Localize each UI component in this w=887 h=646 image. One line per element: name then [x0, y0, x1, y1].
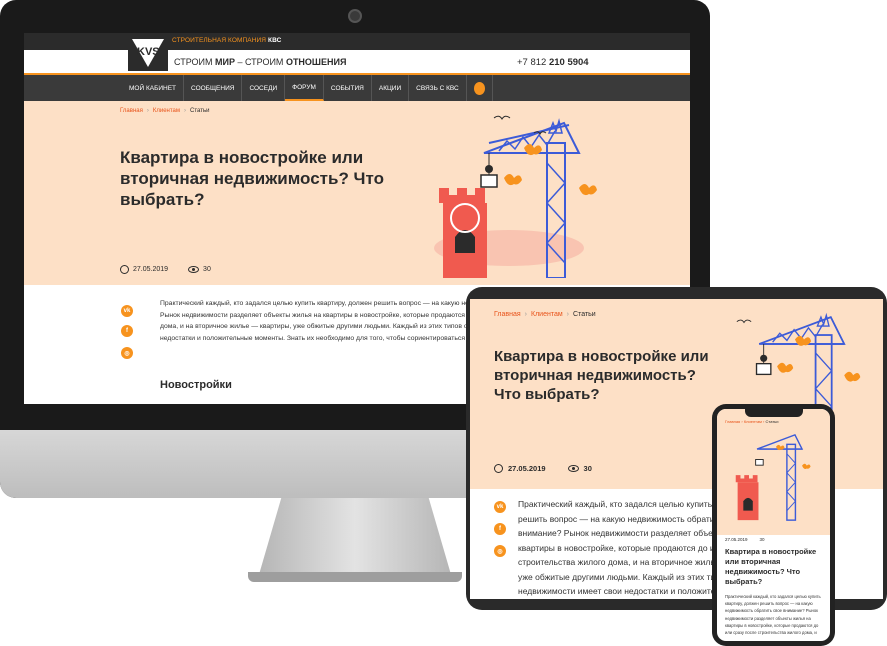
clock-icon: [494, 464, 503, 473]
breadcrumb-home[interactable]: Главная: [494, 311, 521, 318]
phone-number[interactable]: +7 812 210 5904: [517, 57, 589, 68]
tablet-article-meta: 27.05.2019 30: [494, 464, 592, 473]
phone-notch: [745, 409, 803, 417]
phone-article-intro: Практический каждый, кто задался целью к…: [725, 594, 821, 636]
nav-neighbours[interactable]: СОСЕДИ: [242, 75, 286, 101]
monitor-base: [248, 572, 462, 582]
breadcrumb-clients[interactable]: Клиентам: [153, 108, 180, 114]
breadcrumb-clients[interactable]: Клиентам: [531, 311, 563, 318]
breadcrumb: Главная › Клиентам › Статьи: [120, 108, 210, 114]
article-views: 30: [203, 266, 211, 273]
company-line: СТРОИТЕЛЬНАЯ КОМПАНИЯ КВС: [172, 37, 282, 44]
phone-article-meta: 27.05.2019 30: [725, 537, 765, 542]
phone-article-title: Квартира в новостройке или вторичная нед…: [725, 547, 817, 586]
tablet-breadcrumb: Главная › Клиентам › Статьи: [494, 311, 596, 318]
breadcrumb-current: Статьи: [189, 108, 210, 114]
nav-promotions[interactable]: АКЦИИ: [372, 75, 410, 101]
vk-icon[interactable]: vk: [121, 305, 133, 317]
site-topbar: СТРОИТЕЛЬНАЯ КОМПАНИЯ КВС: [24, 33, 690, 50]
svg-text:KVS: KVS: [137, 46, 160, 58]
facebook-icon[interactable]: f: [121, 325, 133, 337]
phone-breadcrumb: Главная › Клиентам › Статьи: [725, 419, 779, 424]
phone-hero: Главная › Клиентам › Статьи: [717, 409, 830, 535]
article-title: Квартира в новостройке или вторичная нед…: [120, 148, 384, 209]
user-avatar-icon[interactable]: [467, 75, 493, 101]
section-heading: Новостройки: [160, 379, 232, 391]
eye-icon: [567, 465, 579, 472]
tablet-article-title: Квартира в новостройке или вторичная нед…: [494, 348, 709, 403]
site-slogan: СТРОИМ МИР – СТРОИМ ОТНОШЕНИЯ: [174, 57, 347, 67]
instagram-icon[interactable]: ◎: [494, 545, 506, 557]
phone-screen: Главная › Клиентам › Статьи 27.05.2019 3…: [717, 409, 830, 641]
nav-cabinet[interactable]: МОЙ КАБИНЕТ: [122, 75, 185, 101]
vk-icon[interactable]: vk: [494, 501, 506, 513]
nav-contact[interactable]: СВЯЗЬ С КВС: [409, 75, 467, 101]
crane-tower-illustration: [731, 425, 821, 535]
monitor-stand: [258, 498, 452, 578]
instagram-icon[interactable]: ◎: [121, 347, 133, 359]
article-meta: 27.05.2019 30: [120, 265, 211, 274]
site-header: СТРОИМ МИР – СТРОИМ ОТНОШЕНИЯ +7 812 210…: [24, 50, 690, 75]
article-date: 27.05.2019: [133, 266, 169, 273]
clock-icon: [120, 265, 129, 274]
crane-tower-illustration: [429, 113, 619, 283]
eye-icon: [188, 266, 200, 273]
nav-messages[interactable]: СООБЩЕНИЯ: [184, 75, 243, 101]
facebook-icon[interactable]: f: [494, 523, 506, 535]
article-hero: Главная › Клиентам › Статьи Квартира в новос…: [24, 101, 690, 285]
nav-forum[interactable]: ФОРУМ: [285, 75, 324, 101]
camera-icon: [348, 9, 362, 23]
breadcrumb-home[interactable]: Главная: [120, 108, 143, 114]
main-nav: МОЙ КАБИНЕТ СООБЩЕНИЯ СОСЕДИ ФОРУМ СОБЫТ…: [24, 75, 690, 101]
nav-events[interactable]: СОБЫТИЯ: [324, 75, 372, 101]
breadcrumb-current: Статьи: [573, 311, 596, 318]
kvs-logo[interactable]: KVS: [128, 35, 168, 71]
